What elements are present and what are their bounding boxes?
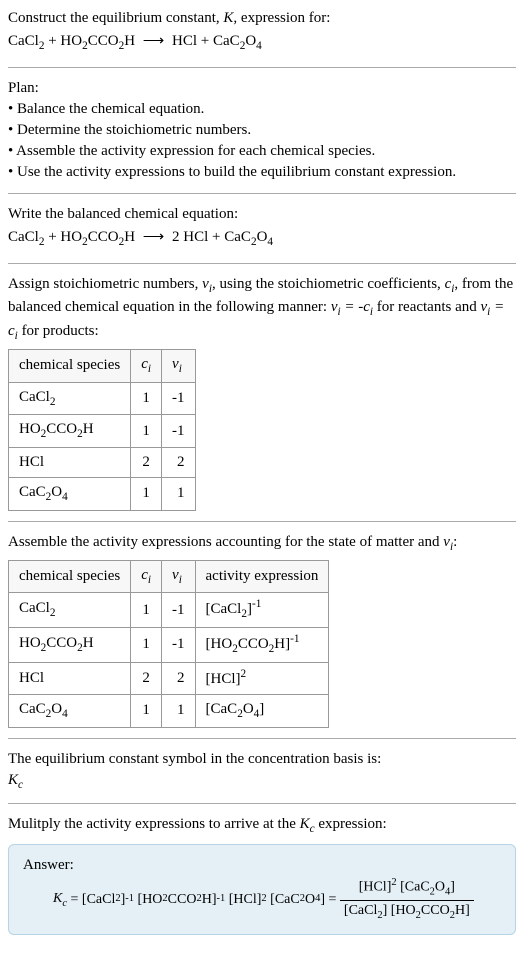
intro-prefix: Construct the equilibrium constant, <box>8 10 223 26</box>
fraction: [HCl]2 [CaC2O4] [CaCl2] [HO2CCO2H] <box>340 876 474 924</box>
stoich-section: Assign stoichiometric numbers, νi, using… <box>8 274 516 522</box>
species-cell: CaCl2 <box>9 382 131 415</box>
species-cell: CaC2O4 <box>9 478 131 511</box>
intro-k: K <box>223 10 233 26</box>
col-ci: ci <box>131 349 162 382</box>
activity-section: Assemble the activity expressions accoun… <box>8 532 516 739</box>
plan-heading: Plan: <box>8 78 516 99</box>
kc-symbol: Kc <box>8 770 516 794</box>
stoich-table: chemical species ci νi CaCl2 1 -1 HO2CCO… <box>8 349 196 511</box>
table-row: CaCl2 1 -1 <box>9 382 196 415</box>
kc-inline: Kc <box>300 816 315 832</box>
nu-i: νi <box>202 276 212 292</box>
activity-heading-a: Assemble the activity expressions accoun… <box>8 534 443 550</box>
stoich-text-b: , using the stoichiometric coefficients, <box>212 276 445 292</box>
intro-section: Construct the equilibrium constant, K, e… <box>8 8 516 68</box>
table-row: HCl 2 2 <box>9 448 196 478</box>
table-row: CaC2O4 1 1 [CaC2O4] <box>9 694 329 727</box>
ci-cell: 1 <box>131 593 162 628</box>
activity-cell: [HCl]2 <box>195 662 329 694</box>
balanced-section: Write the balanced chemical equation: Ca… <box>8 204 516 264</box>
activity-cell: [HO2CCO2H]-1 <box>195 628 329 663</box>
plan-section: Plan: • Balance the chemical equation. •… <box>8 78 516 194</box>
ci-cell: 1 <box>131 628 162 663</box>
stoich-paragraph: Assign stoichiometric numbers, νi, using… <box>8 274 516 345</box>
plan-bullet-1: • Balance the chemical equation. <box>8 99 516 120</box>
vi-cell: -1 <box>162 415 196 448</box>
vi-cell: 2 <box>162 448 196 478</box>
unbalanced-equation: CaCl2 + HO2CCO2H ⟶ HCl + CaC2O4 <box>8 31 516 55</box>
species-cell: HCl <box>9 448 131 478</box>
ci-cell: 2 <box>131 662 162 694</box>
nu-eq-neg-c: νi = -ci <box>331 299 373 315</box>
multiply-text: Mulitply the activity expressions to arr… <box>8 814 516 838</box>
plan-bullet-2: • Determine the stoichiometric numbers. <box>8 120 516 141</box>
answer-label: Answer: <box>23 855 501 876</box>
balanced-heading: Write the balanced chemical equation: <box>8 204 516 225</box>
ci-cell: 1 <box>131 478 162 511</box>
table-row: HO2CCO2H 1 -1 <box>9 415 196 448</box>
plan-bullet-3: • Assemble the activity expression for e… <box>8 141 516 162</box>
col-species: chemical species <box>9 560 131 593</box>
ci-cell: 2 <box>131 448 162 478</box>
table-header-row: chemical species ci νi <box>9 349 196 382</box>
eq-const-section: The equilibrium constant symbol in the c… <box>8 749 516 805</box>
numerator: [HCl]2 [CaC2O4] <box>340 876 474 901</box>
col-activity: activity expression <box>195 560 329 593</box>
col-vi: νi <box>162 560 196 593</box>
col-ci: ci <box>131 560 162 593</box>
table-row: CaC2O4 1 1 <box>9 478 196 511</box>
nu-i-2: νi <box>443 534 453 550</box>
species-cell: CaCl2 <box>9 593 131 628</box>
c-i: ci <box>445 276 455 292</box>
answer-box: Answer: Kc = [CaCl2]-1 [HO2CCO2H]-1 [HCl… <box>8 844 516 935</box>
intro-line1: Construct the equilibrium constant, K, e… <box>8 8 516 29</box>
ci-cell: 1 <box>131 694 162 727</box>
multiply-section: Mulitply the activity expressions to arr… <box>8 814 516 934</box>
vi-cell: -1 <box>162 593 196 628</box>
multiply-text-b: expression: <box>315 816 387 832</box>
stoich-text-e: for products: <box>18 323 99 339</box>
species-cell: HO2CCO2H <box>9 628 131 663</box>
table-row: HO2CCO2H 1 -1 [HO2CCO2H]-1 <box>9 628 329 663</box>
balanced-equation: CaCl2 + HO2CCO2H ⟶ 2 HCl + CaC2O4 <box>8 227 516 251</box>
stoich-text-a: Assign stoichiometric numbers, <box>8 276 202 292</box>
species-cell: HCl <box>9 662 131 694</box>
ci-cell: 1 <box>131 382 162 415</box>
vi-cell: 1 <box>162 694 196 727</box>
table-header-row: chemical species ci νi activity expressi… <box>9 560 329 593</box>
denominator: [CaCl2] [HO2CCO2H] <box>340 901 474 923</box>
activity-heading: Assemble the activity expressions accoun… <box>8 532 516 556</box>
ci-cell: 1 <box>131 415 162 448</box>
activity-table: chemical species ci νi activity expressi… <box>8 560 329 728</box>
vi-cell: -1 <box>162 628 196 663</box>
table-row: CaCl2 1 -1 [CaCl2]-1 <box>9 593 329 628</box>
activity-heading-b: : <box>453 534 457 550</box>
species-cell: HO2CCO2H <box>9 415 131 448</box>
vi-cell: 1 <box>162 478 196 511</box>
plan-bullet-4: • Use the activity expressions to build … <box>8 162 516 183</box>
activity-cell: [CaC2O4] <box>195 694 329 727</box>
vi-cell: 2 <box>162 662 196 694</box>
eq-const-text: The equilibrium constant symbol in the c… <box>8 749 516 770</box>
stoich-text-d: for reactants and <box>373 299 480 315</box>
col-species: chemical species <box>9 349 131 382</box>
answer-expression: Kc = [CaCl2]-1 [HO2CCO2H]-1 [HCl]2 [CaC2… <box>53 876 501 924</box>
species-cell: CaC2O4 <box>9 694 131 727</box>
table-row: HCl 2 2 [HCl]2 <box>9 662 329 694</box>
multiply-text-a: Mulitply the activity expressions to arr… <box>8 816 300 832</box>
col-vi: νi <box>162 349 196 382</box>
activity-cell: [CaCl2]-1 <box>195 593 329 628</box>
vi-cell: -1 <box>162 382 196 415</box>
intro-suffix: , expression for: <box>233 10 330 26</box>
